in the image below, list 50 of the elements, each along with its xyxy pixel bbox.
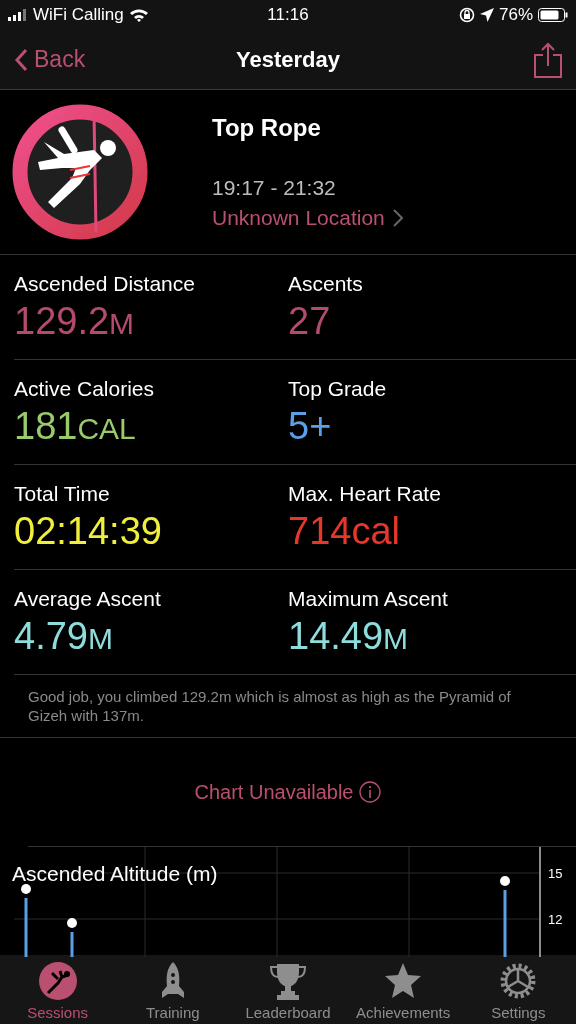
stat-unit: M [109,306,135,341]
y-tick-label: 12 [548,912,563,927]
battery-icon [538,8,568,22]
summary-message: Good job, you climbed 129.2m which is almost as high as the Pyramid of Gizeh with 137m. [0,675,576,738]
screen-title: Yesterday [236,46,340,73]
clock-time: 11:16 [267,5,309,25]
stat-unit: M [87,621,113,656]
stat-value: 27 [288,299,331,343]
rotation-lock-icon [458,7,475,23]
tab-item[interactable]: Training [116,960,229,1021]
y-tick-label: 15 [548,866,563,881]
stat-value: 4.79 [14,614,88,658]
session-title: Top Rope [212,114,322,142]
stat-label: Average Ascent [14,586,161,611]
wifi-icon [128,8,149,22]
tab-item[interactable]: Sessions [1,960,114,1021]
tab-item[interactable]: Leaderboard [231,960,344,1021]
stat-label: Total Time [14,481,110,506]
stat-value: 129.2 [14,299,110,343]
stat-label: Max. Heart Rate [288,481,441,506]
altitude-bar [67,918,77,957]
info-icon [359,781,382,803]
stat-label: Ascents [288,271,363,296]
stat-label: Ascended Distance [14,271,195,296]
location-arrow-icon [479,8,494,22]
chart-unavailable-link[interactable]: Chart Unavailable [188,779,388,805]
stat-label: Top Grade [288,376,387,401]
stat-value: 14.49 [288,614,384,658]
stat-value: 181 [14,404,78,448]
carrier-name: WiFi Calling [33,5,124,25]
stat-label: Maximum Ascent [288,586,448,611]
chevron-left-icon [14,47,28,72]
stat-value: 5+ [288,404,332,448]
climber-icon [37,960,78,1001]
stat-label: Active Calories [14,376,155,401]
stat-unit: M [383,621,409,656]
signal-icon [8,9,28,21]
tab-item[interactable]: Settings [462,960,575,1021]
chevron-right-icon [392,209,403,227]
battery-percent: 76% [498,5,533,25]
tab-item[interactable]: Achievements [347,960,460,1021]
stat-value: 714cal [288,509,400,553]
stat-value: 02:14:39 [14,509,162,553]
time-range: 19:17 - 21:32 [212,176,337,200]
climber-icon [12,104,148,240]
back-button[interactable]: Back [14,46,134,73]
chart-title: Ascended Altitude (m) [12,862,218,885]
share-icon[interactable] [534,41,562,78]
stat-unit: CAL [77,411,136,446]
location-link[interactable]: Unknown Location [212,206,403,230]
